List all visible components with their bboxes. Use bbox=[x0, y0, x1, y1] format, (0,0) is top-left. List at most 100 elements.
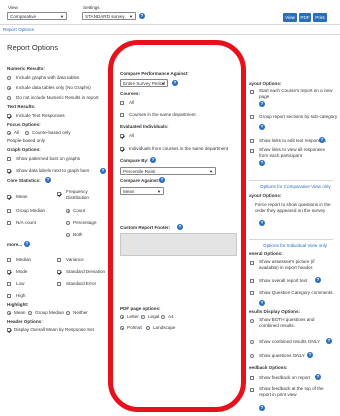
option-label: Show Question Category comments. bbox=[259, 290, 334, 295]
checkbox-high[interactable] bbox=[7, 294, 11, 298]
checkbox-patterned-bars[interactable] bbox=[7, 157, 11, 161]
focus-heading: Focus Options: bbox=[7, 122, 41, 127]
option-label: Include data tables only (No Graphs) bbox=[16, 85, 91, 90]
custom-footer-textarea[interactable] bbox=[120, 233, 237, 256]
layout-options-heading-2: ayout Options: bbox=[249, 193, 282, 198]
option-label: Show data labels next to graph bars bbox=[16, 168, 90, 173]
radio-highlight-mean[interactable] bbox=[7, 311, 11, 315]
view-responses-help-icon[interactable]: ? bbox=[259, 160, 265, 166]
option-label: Standard Deviation bbox=[66, 269, 106, 274]
combined-only-help-icon[interactable]: ? bbox=[326, 338, 332, 344]
checkbox-courses-all[interactable] bbox=[120, 101, 124, 105]
checkbox-variance[interactable] bbox=[57, 258, 61, 262]
checkbox-na-count[interactable] bbox=[7, 221, 11, 225]
checkbox-mean[interactable] bbox=[7, 195, 11, 199]
radio-combined-only[interactable] bbox=[250, 340, 254, 344]
option-label: Median bbox=[16, 257, 32, 262]
checkbox-evaluated-same-dept[interactable] bbox=[120, 147, 124, 151]
radio-focus-course[interactable] bbox=[25, 131, 29, 135]
radio-both[interactable] bbox=[66, 233, 70, 237]
option-label: Course-based only bbox=[32, 130, 71, 135]
radio-tables-only[interactable] bbox=[7, 86, 11, 90]
checkbox-view-responses[interactable] bbox=[250, 149, 254, 153]
checkbox-group-sections[interactable] bbox=[250, 115, 254, 119]
option-label: Show links to view all responses from ea… bbox=[259, 147, 325, 158]
settings-help-icon[interactable]: ? bbox=[139, 13, 145, 19]
radio-percentage[interactable] bbox=[66, 221, 70, 225]
graph-help-icon[interactable]: ? bbox=[100, 168, 106, 174]
checkbox-courses-same-dept[interactable] bbox=[120, 113, 124, 117]
questions-only-help-icon[interactable]: ? bbox=[307, 352, 313, 358]
checkbox-evaluated-all[interactable] bbox=[120, 134, 124, 138]
radio-a4[interactable] bbox=[161, 315, 165, 319]
compare-period-select[interactable]: Entire Survey Period ▼ bbox=[120, 79, 168, 87]
radio-highlight-neither[interactable] bbox=[66, 311, 70, 315]
radio-letter[interactable] bbox=[120, 315, 124, 319]
option-label: Individuals from courses in the same dep… bbox=[129, 146, 229, 151]
radio-legal[interactable] bbox=[141, 315, 145, 319]
compare-by-select[interactable]: Percentile Rank ▼ bbox=[120, 167, 216, 175]
checkbox-data-labels[interactable] bbox=[7, 169, 11, 173]
view-button[interactable]: View bbox=[283, 13, 297, 22]
option-label: Percentage bbox=[73, 220, 97, 225]
checkbox-category-comments[interactable] bbox=[250, 291, 254, 295]
checkbox-overall-mean[interactable] bbox=[7, 328, 11, 332]
checkbox-group-median[interactable] bbox=[7, 209, 11, 213]
radio-both-results[interactable] bbox=[250, 319, 254, 323]
checkbox-edit-links[interactable] bbox=[250, 139, 254, 143]
edit-links-help-icon[interactable]: ? bbox=[319, 137, 325, 143]
compare-against-help-icon[interactable]: ? bbox=[159, 177, 165, 183]
radio-no-numeric[interactable] bbox=[7, 96, 11, 100]
option-label: All bbox=[14, 130, 20, 135]
breadcrumb[interactable]: Report Options bbox=[3, 27, 34, 33]
radio-portrait[interactable] bbox=[120, 326, 124, 330]
comparative-note: Options for Comparative View only bbox=[260, 184, 331, 189]
core-help-icon[interactable]: ? bbox=[45, 177, 51, 183]
compare-against-heading: Compare Performance Against: bbox=[120, 71, 189, 76]
checkbox-feedback[interactable] bbox=[250, 376, 254, 380]
pdf-button[interactable]: PDF bbox=[299, 13, 311, 22]
new-page-help-icon[interactable]: ? bbox=[259, 101, 265, 107]
checkbox-median[interactable] bbox=[7, 258, 11, 262]
checkbox-low[interactable] bbox=[7, 282, 11, 286]
numeric-results-heading: Numeric Results: bbox=[7, 66, 45, 71]
feedback-help-icon[interactable]: ? bbox=[315, 374, 321, 380]
settings-select[interactable]: STANDARD survey ▼ bbox=[82, 12, 136, 20]
more-help-icon[interactable]: ? bbox=[24, 241, 30, 247]
compare-period-help-icon[interactable]: ? bbox=[172, 80, 178, 86]
option-label: Group Median bbox=[16, 208, 46, 213]
checkbox-std-error[interactable] bbox=[57, 282, 61, 286]
overall-text-help-icon[interactable]: ? bbox=[315, 277, 321, 283]
radio-graphs-with-tables[interactable] bbox=[7, 76, 11, 80]
option-label: Show BOTH questions and combined results… bbox=[259, 317, 315, 328]
view-select[interactable]: Comparative ▼ bbox=[7, 12, 67, 20]
feedback-top-help-icon[interactable]: ? bbox=[259, 405, 265, 411]
force-order-help-icon[interactable]: ? bbox=[259, 220, 265, 226]
checkbox-picture[interactable] bbox=[250, 261, 254, 265]
radio-count[interactable] bbox=[66, 209, 70, 213]
option-label: N/A count bbox=[16, 220, 36, 225]
more-heading[interactable]: more... bbox=[7, 242, 22, 248]
checkbox-mode[interactable] bbox=[7, 270, 11, 274]
checkbox-std-dev[interactable] bbox=[57, 270, 61, 274]
radio-focus-all[interactable] bbox=[7, 131, 11, 135]
text-results-heading: Text Results: bbox=[7, 104, 36, 109]
compare-against-select[interactable]: Mean ▼ bbox=[120, 187, 164, 195]
checkbox-frequency[interactable] bbox=[57, 192, 61, 196]
individual-note: Options for Individual View only bbox=[263, 243, 328, 248]
settings-label: Settings bbox=[83, 5, 100, 10]
group-sections-help-icon[interactable]: ? bbox=[259, 124, 265, 130]
radio-highlight-group-median[interactable] bbox=[28, 311, 32, 315]
custom-footer-help-icon[interactable]: ? bbox=[177, 224, 183, 230]
option-label: Display Overall Mean by Response Set bbox=[14, 327, 94, 332]
checkbox-text-responses[interactable] bbox=[7, 114, 11, 118]
print-button[interactable]: Print bbox=[313, 13, 327, 22]
category-comments-help-icon[interactable]: ? bbox=[259, 300, 265, 306]
checkbox-new-page[interactable] bbox=[250, 90, 254, 94]
checkbox-feedback-top[interactable] bbox=[250, 388, 254, 392]
radio-questions-only[interactable] bbox=[250, 354, 254, 358]
compare-by-help-icon[interactable]: ? bbox=[150, 157, 156, 163]
option-label: Include graphs with data tables bbox=[16, 75, 80, 80]
radio-landscape[interactable] bbox=[146, 326, 150, 330]
checkbox-overall-text[interactable] bbox=[250, 279, 254, 283]
